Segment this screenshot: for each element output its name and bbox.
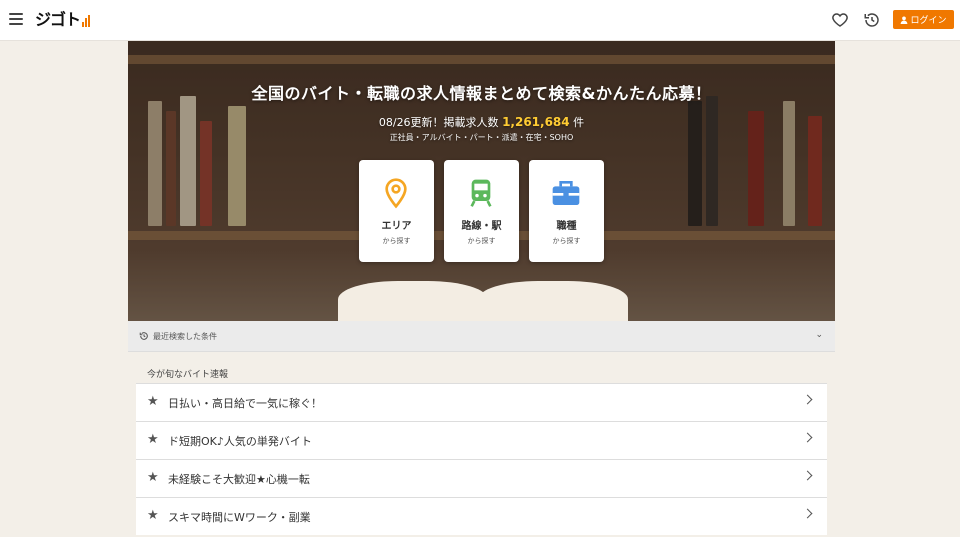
heart-icon[interactable] [831, 11, 849, 29]
top-header: ジゴト ログイン [0, 0, 960, 41]
list-item-label: 日払い・高日給で一気に稼ぐ！ [168, 397, 322, 410]
star-icon: ★ [147, 432, 159, 447]
count-suffix: 件 [573, 116, 585, 129]
hero-subtitle: 正社員・アルバイト・パート・派遣・在宅・SOHO [389, 133, 574, 142]
job-count: 1,261,684 [502, 115, 570, 129]
hamburger-icon[interactable] [9, 13, 23, 25]
user-icon [901, 16, 908, 24]
map-pin-icon [385, 178, 407, 209]
card-sub: から探す [382, 237, 411, 245]
star-icon: ★ [147, 394, 159, 409]
site-logo[interactable]: ジゴト [35, 10, 91, 30]
card-title: 路線・駅 [461, 221, 502, 232]
chevron-down-icon: ⌄ [815, 330, 823, 340]
login-label: ログイン [910, 16, 947, 26]
search-train-card[interactable]: 路線・駅 から探す [444, 160, 519, 262]
train-icon [470, 179, 492, 207]
search-job-type-card[interactable]: 職種 から探す [529, 160, 604, 262]
list-item[interactable]: ★ 日払い・高日給で一気に稼ぐ！ [136, 383, 827, 421]
section-heading: 今が旬なバイト速報 [147, 370, 229, 380]
hero-title: 全国のバイト・転職の求人情報まとめて検索&かんたん応募！ [251, 84, 712, 103]
chevron-right-icon [802, 432, 813, 443]
open-book-decoration [478, 281, 628, 321]
star-icon: ★ [147, 508, 159, 523]
list-item-label: ド短期OK♪人気の単発バイト [168, 435, 312, 448]
chevron-right-icon [802, 470, 813, 481]
card-title: エリア [381, 221, 412, 232]
job-count-line: 08/26更新！掲載求人数 1,261,684 件 [128, 114, 835, 130]
logo-text: ジゴト [35, 10, 81, 29]
briefcase-icon [552, 181, 580, 205]
list-item-label: 未経験こそ大歓迎★心機一転 [168, 473, 310, 486]
open-book-decoration [338, 281, 488, 321]
search-area-card[interactable]: エリア から探す [359, 160, 434, 262]
list-item[interactable]: ★ ド短期OK♪人気の単発バイト [136, 421, 827, 459]
recent-searches-toggle[interactable]: 最近検索した条件 ⌄ [128, 321, 835, 352]
chevron-right-icon [802, 508, 813, 519]
logo-bars-icon [82, 15, 91, 27]
update-text: 08/26更新！掲載求人数 [378, 116, 499, 129]
history-icon[interactable] [863, 11, 881, 29]
list-item-label: スキマ時間にWワーク・副業 [168, 511, 311, 524]
history-icon [139, 332, 148, 340]
card-sub: から探す [467, 237, 496, 245]
recent-searches-label: 最近検索した条件 [153, 332, 217, 341]
list-item[interactable]: ★ 未経験こそ大歓迎★心機一転 [136, 459, 827, 497]
hero-banner: 全国のバイト・転職の求人情報まとめて検索&かんたん応募！ 08/26更新！掲載求… [128, 41, 835, 321]
chevron-right-icon [802, 394, 813, 405]
card-sub: から探す [552, 237, 581, 245]
featured-list: ★ 日払い・高日給で一気に稼ぐ！ ★ ド短期OK♪人気の単発バイト ★ 未経験こ… [136, 383, 827, 535]
card-title: 職種 [556, 221, 577, 232]
star-icon: ★ [147, 470, 159, 485]
login-button[interactable]: ログイン [893, 10, 954, 29]
list-item[interactable]: ★ スキマ時間にWワーク・副業 [136, 497, 827, 535]
